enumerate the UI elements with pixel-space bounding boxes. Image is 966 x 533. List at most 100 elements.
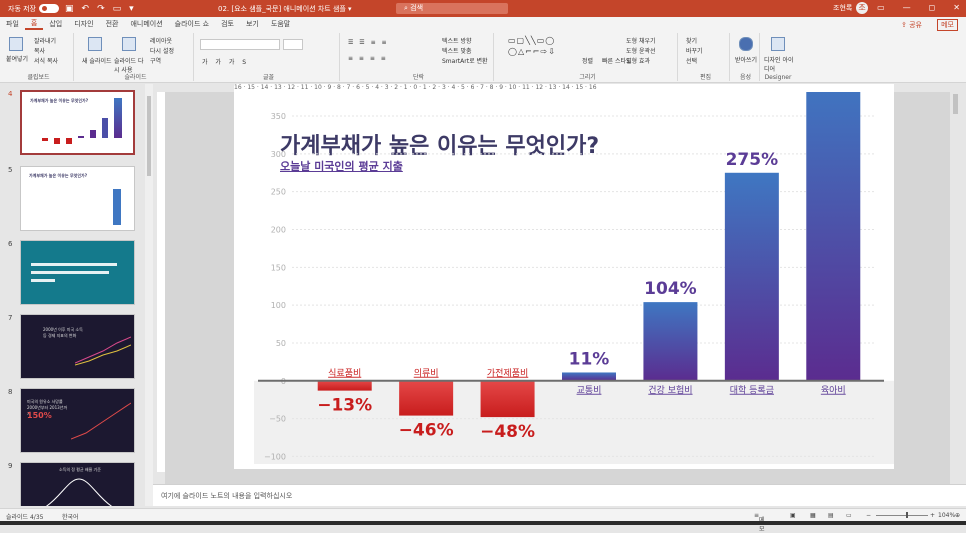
copy-button[interactable]: 복사	[34, 46, 45, 55]
ribbon-display-icon[interactable]: ▭	[877, 3, 885, 12]
dictate-button[interactable]: 받아쓰기	[735, 55, 757, 64]
tab-view[interactable]: 보기	[240, 19, 265, 29]
data-label: −48%	[480, 422, 535, 442]
autosave-toggle[interactable]	[39, 4, 59, 13]
status-bar: 슬라이드 4/35 한국어 ≡ 메모 ▣ ▦ ▤ ▭ − + 104% ⊕	[0, 508, 966, 533]
reading-view-icon[interactable]: ▤	[828, 512, 834, 519]
tab-slideshow[interactable]: 슬라이드 쇼	[169, 19, 215, 29]
minimize-icon[interactable]: —	[903, 3, 911, 12]
zoom-level[interactable]: 104%	[938, 512, 955, 519]
thumbnail-scrollbar[interactable]	[145, 84, 153, 506]
language-indicator[interactable]: 한국어	[62, 512, 79, 521]
slide-thumbnail-9[interactable]: 소득의 정 평균 배율 기준	[20, 462, 135, 506]
y-tick-label: −100	[264, 452, 286, 461]
canvas-scrollbar[interactable]	[951, 84, 961, 484]
avatar[interactable]: 조	[856, 2, 868, 14]
shape-fill-button[interactable]: 도형 채우기	[626, 36, 656, 45]
redo-icon[interactable]: ↷	[97, 4, 105, 14]
category-label: 의류비	[414, 368, 439, 379]
slide-sorter-icon[interactable]: ▦	[810, 512, 816, 519]
notes-pane[interactable]: 여기에 슬라이드 노트의 내용을 입력하십시오	[153, 484, 966, 506]
section-button[interactable]: 구역	[150, 56, 161, 65]
slideshow-icon[interactable]: ▭	[846, 512, 852, 519]
shape-effects-button[interactable]: 도형 효과	[626, 56, 650, 65]
shapes-gallery-row2[interactable]: ◯△⌐⌐⇨⇩	[508, 47, 556, 56]
zoom-slider-handle[interactable]	[906, 512, 908, 518]
save-icon[interactable]: ▣	[65, 4, 74, 14]
present-icon[interactable]: ▭	[113, 4, 122, 14]
new-slide-icon[interactable]	[88, 37, 102, 51]
share-button[interactable]: ⇪ 공유	[901, 20, 922, 30]
designer-label: Designer	[764, 74, 792, 81]
text-direction-button[interactable]: 텍스트 방향	[442, 36, 472, 45]
new-slide-button[interactable]: 새 슬라이드	[82, 56, 112, 65]
slide-canvas[interactable]: 가계부채가 높은 이유는 무엇인가? 오늘날 미국인의 평균 지출 −100 −5…	[234, 92, 894, 469]
thumb-bar	[42, 138, 48, 141]
thumb-value: 150%	[27, 411, 52, 420]
customize-qa-icon[interactable]: ▾	[129, 4, 134, 14]
smartart-button[interactable]: SmartArt로 변환	[442, 56, 488, 65]
slide-thumbnail-4[interactable]: 가계부채가 높은 이유는 무엇인가?	[20, 90, 135, 155]
slide-thumbnail-6[interactable]	[20, 240, 135, 305]
design-ideas-icon[interactable]	[771, 37, 785, 51]
zoom-out-icon[interactable]: −	[866, 512, 871, 519]
user-name[interactable]: 조현록	[833, 3, 852, 13]
cut-button[interactable]: 잘라내기	[34, 36, 56, 45]
text-align-button[interactable]: 텍스트 맞춤	[442, 46, 472, 55]
tab-home[interactable]: 홈	[24, 18, 44, 30]
scrollbar-thumb[interactable]	[953, 94, 958, 114]
reset-button[interactable]: 다시 설정	[150, 46, 174, 55]
tab-transitions[interactable]: 전환	[100, 19, 125, 29]
notes-toggle[interactable]: ≡ 메모	[754, 512, 765, 533]
arrange-button[interactable]: 정렬	[582, 56, 593, 65]
tab-file[interactable]: 파일	[0, 19, 25, 29]
align-icons[interactable]: ≡ ≡ ≡ ≡	[348, 55, 388, 62]
zoom-slider[interactable]	[876, 515, 928, 516]
microphone-icon[interactable]	[739, 37, 753, 51]
format-painter-button[interactable]: 서식 복사	[34, 56, 58, 65]
select-button[interactable]: 선택	[686, 56, 697, 65]
slide-number: 5	[8, 166, 13, 174]
font-format-icons[interactable]: 가 가 가 S	[202, 57, 249, 66]
tab-design[interactable]: 디자인	[68, 19, 99, 29]
scrollbar-thumb[interactable]	[147, 96, 151, 176]
category-label: 육아비	[821, 385, 846, 396]
tab-review[interactable]: 검토	[215, 19, 240, 29]
comments-button[interactable]: 메모	[937, 19, 958, 31]
find-button[interactable]: 찾기	[686, 36, 697, 45]
slide-thumbnail-5[interactable]: 가계부채가 높은 이유는 무엇인가?	[20, 166, 135, 231]
reuse-slides-icon[interactable]	[122, 37, 136, 51]
layout-button[interactable]: 레이아웃	[150, 36, 172, 45]
shape-outline-button[interactable]: 도형 윤곽선	[626, 46, 656, 55]
tab-insert[interactable]: 삽입	[43, 19, 68, 29]
design-ideas-button[interactable]: 디자인 아이디어	[764, 55, 794, 73]
chart-bar	[480, 380, 535, 418]
slide-number: 9	[8, 462, 13, 470]
zoom-in-icon[interactable]: +	[930, 512, 935, 519]
taskbar-edge	[0, 521, 966, 525]
shapes-gallery[interactable]: ▭▢╲╲▭◯	[508, 36, 555, 45]
y-tick-label: 50	[276, 339, 286, 348]
close-icon[interactable]: ✕	[953, 3, 960, 12]
tab-help[interactable]: 도움말	[265, 19, 296, 29]
autosave-control[interactable]: 자동 저장	[8, 4, 59, 14]
slide-thumbnail-8[interactable]: 미국의 원유소 사망률 2000년부터 2013년까지 150%	[20, 388, 135, 453]
list-icons[interactable]: ☰ ☰ ≡ ≡	[348, 39, 389, 46]
y-tick-label: 300	[271, 150, 286, 159]
slide-thumbnail-7[interactable]: 2000년 이후 미국 소득 등 경제 지표의 변화	[20, 314, 135, 379]
tab-animations[interactable]: 애니메이션	[124, 19, 168, 29]
search-box[interactable]: ⌕ 검색	[396, 3, 508, 14]
replace-button[interactable]: 바꾸기	[686, 46, 703, 55]
data-label: −13%	[317, 396, 372, 416]
paste-button[interactable]: 붙여넣기	[6, 54, 28, 63]
font-name-input[interactable]	[200, 39, 280, 50]
paste-icon[interactable]	[9, 37, 23, 51]
bar-chart[interactable]: −100−50050100150200250300350식료품비−13%의류비−…	[234, 92, 894, 469]
document-title[interactable]: 02. [요소 샘플_국문] 애니메이션 차트 샘플 ▾	[218, 4, 352, 14]
normal-view-icon[interactable]: ▣	[790, 512, 796, 519]
slides-group: 새 슬라이드 슬라이드 다시 사용 레이아웃 다시 설정 구역 슬라이드	[78, 33, 194, 81]
undo-icon[interactable]: ↶	[82, 4, 90, 14]
font-size-input[interactable]	[283, 39, 303, 50]
maximize-icon[interactable]: ◻	[929, 3, 936, 12]
fit-slide-icon[interactable]: ⊕	[955, 512, 960, 519]
